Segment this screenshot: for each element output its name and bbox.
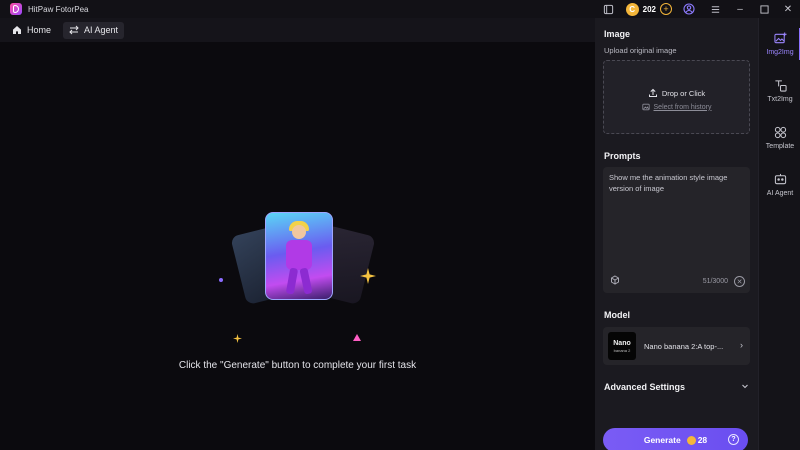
help-icon[interactable]: ? — [728, 434, 739, 445]
top-nav: Home AI Agent — [0, 18, 595, 42]
prompt-char-count: 51/3000 — [702, 278, 728, 285]
menu-icon[interactable] — [709, 3, 721, 15]
close-button[interactable]: ✕ — [776, 0, 800, 18]
credits-balance[interactable]: C 202 + — [625, 2, 672, 16]
image-section-title: Image — [604, 29, 631, 39]
nav-ai-agent[interactable]: AI Agent — [63, 21, 125, 39]
home-icon — [12, 25, 22, 35]
add-credits-icon[interactable]: + — [660, 3, 672, 15]
upload-icon — [648, 88, 658, 98]
cube-icon[interactable] — [610, 275, 620, 285]
empty-state-hint: Click the "Generate" button to complete … — [178, 360, 417, 371]
text-image-icon — [774, 79, 787, 92]
nav-home[interactable]: Home — [6, 22, 57, 39]
notebook-icon[interactable] — [603, 3, 615, 15]
prompt-textarea[interactable]: Show me the animation style image versio… — [603, 167, 750, 293]
chevron-down-icon — [741, 382, 749, 392]
model-thumbnail: Nano banana 2 — [608, 332, 636, 360]
chevron-right-icon: › — [740, 340, 743, 350]
decor-triangle — [353, 334, 361, 341]
advanced-settings-title: Advanced Settings — [604, 382, 686, 392]
preview-canvas: Click the "Generate" button to complete … — [0, 42, 595, 450]
ai-agent-icon — [774, 173, 787, 186]
maximize-button[interactable] — [752, 0, 776, 18]
decor-dot — [219, 278, 223, 282]
mode-rail: Img2Img Txt2Img Template AI Agent — [758, 18, 800, 450]
drop-or-click-label: Drop or Click — [661, 88, 706, 98]
app-logo-icon — [10, 3, 22, 15]
prompt-text[interactable]: Show me the animation style image versio… — [609, 172, 743, 194]
title-bar: HitPaw FotorPea C 202 + – ✕ — [0, 0, 800, 18]
rail-item-template[interactable]: Template — [759, 116, 800, 160]
generate-label: Generate — [643, 435, 681, 445]
image-section-subtitle: Upload original image — [604, 46, 677, 55]
model-selector[interactable]: Nano banana 2 Nano banana 2:A top-... › — [603, 327, 750, 365]
swap-icon — [69, 25, 79, 35]
title-bar-controls: C 202 + – ✕ — [596, 0, 800, 18]
settings-panel: Image Upload original image Drop or Clic… — [595, 18, 758, 450]
model-section-title: Model — [604, 310, 630, 320]
rail-item-ai-agent[interactable]: AI Agent — [759, 163, 800, 207]
model-name: Nano banana 2:A top-... — [644, 342, 724, 351]
illustration-card-front — [265, 212, 333, 300]
rail-item-txt2img[interactable]: Txt2Img — [759, 69, 800, 113]
minimize-button[interactable]: – — [728, 0, 752, 18]
app-title: HitPaw FotorPea — [28, 4, 89, 14]
rail-item-img2img[interactable]: Img2Img — [759, 22, 800, 66]
coin-icon — [686, 435, 696, 445]
image-upload-dropzone[interactable]: Drop or Click Select from history — [603, 60, 750, 134]
select-from-history-link[interactable]: Select from history — [604, 103, 749, 111]
template-icon — [774, 126, 787, 139]
sparkle-small-icon — [233, 334, 242, 345]
nav-home-label: Home — [27, 25, 52, 35]
clear-prompt-icon[interactable]: ✕ — [734, 276, 745, 287]
user-avatar-icon[interactable] — [683, 3, 695, 15]
credits-count: 202 — [642, 4, 656, 14]
history-image-icon — [641, 103, 650, 111]
image-plus-icon — [773, 32, 787, 45]
sparkle-icon — [360, 268, 376, 286]
coin-icon: C — [625, 2, 639, 16]
prompts-section-title: Prompts — [604, 151, 641, 161]
empty-state-illustration — [210, 212, 390, 352]
nav-ai-agent-label: AI Agent — [84, 25, 119, 35]
generate-cost: 28 — [697, 435, 708, 445]
generate-button[interactable]: Generate 28 ? — [603, 428, 748, 450]
advanced-settings-toggle[interactable]: Advanced Settings — [604, 382, 749, 392]
